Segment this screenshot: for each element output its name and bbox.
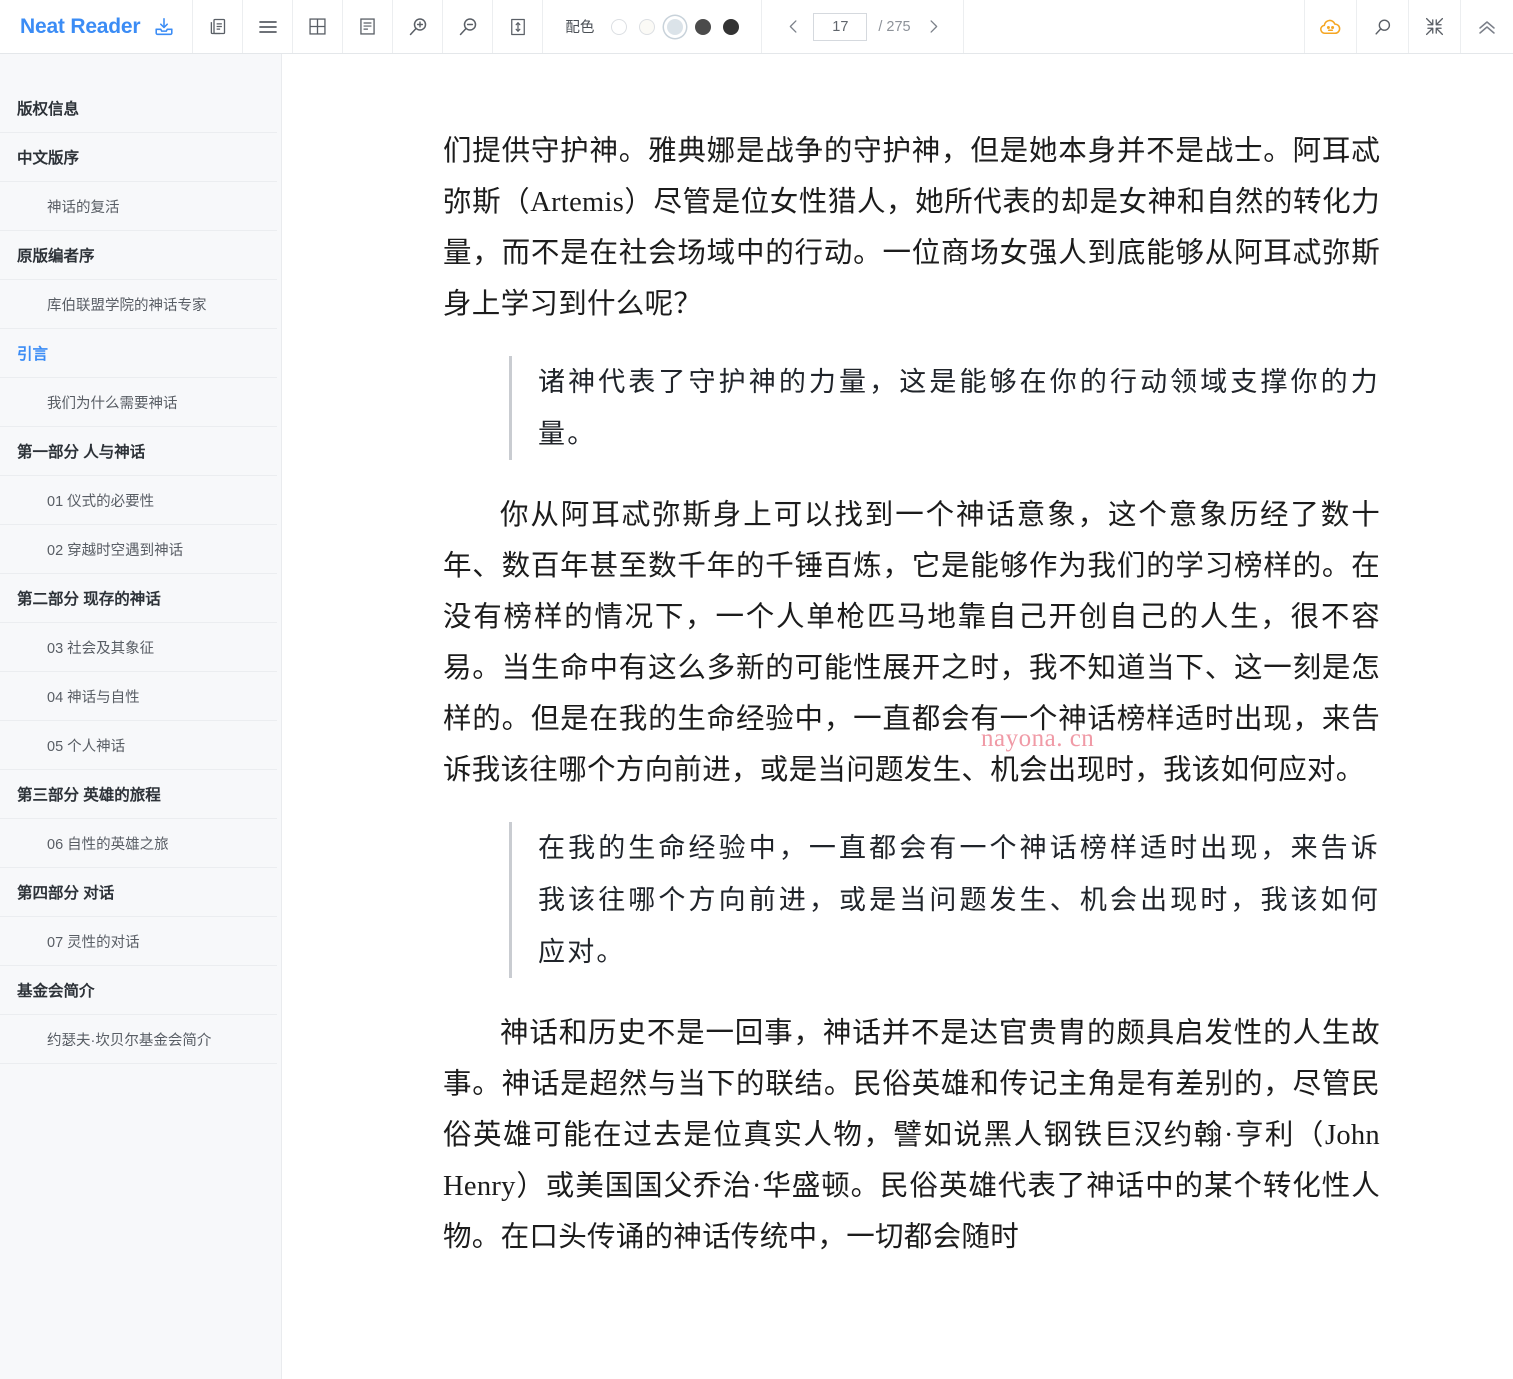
paragraph-2: 你从阿耳忒弥斯身上可以找到一个神话意象，这个意象历经了数十年、数百年甚至数千年的…	[443, 500, 1380, 786]
swatch-bluegray[interactable]	[667, 18, 684, 35]
swatch-black[interactable]	[723, 18, 740, 35]
collapse-fullscreen-icon[interactable]	[1409, 0, 1461, 53]
zoom-in-icon[interactable]	[393, 0, 444, 53]
page-number-input[interactable]	[813, 12, 868, 41]
main-area: 版权信息 中文版序 神话的复活 原版编者序 库伯联盟学院的神话专家 引言 我们为什么需要神话…	[0, 54, 1513, 1379]
sidebar-item[interactable]: 版权信息	[0, 84, 277, 133]
sidebar-item[interactable]: 库伯联盟学院的神话专家	[0, 280, 277, 329]
text-layout-icon[interactable]	[343, 0, 394, 53]
sidebar-item[interactable]: 中文版序	[0, 133, 277, 182]
save-to-tray-icon[interactable]	[153, 16, 175, 38]
sidebar-item[interactable]: 原版编者序	[0, 231, 277, 280]
sidebar-item[interactable]: 第三部分 英雄的旅程	[0, 770, 277, 819]
sidebar-scrollbar[interactable]	[282, 54, 291, 1379]
sidebar-item[interactable]: 07 灵性的对话	[0, 917, 277, 966]
blockquote-2: 在我的生命经验中，一直都会有一个神话榜样适时出现，来告诉我该往哪个方向前进，或是…	[509, 822, 1380, 978]
sidebar-item[interactable]: 06 自性的英雄之旅	[0, 819, 277, 868]
swatch-white[interactable]	[611, 18, 628, 35]
swatch-cream[interactable]	[639, 18, 656, 35]
search-icon[interactable]	[1357, 0, 1409, 53]
color-theme-label: 配色	[565, 20, 595, 36]
paragraph-1: 们提供守护神。雅典娜是战争的守护神，但是她本身并不是战士。阿耳忒弥斯（Artem…	[443, 136, 1380, 320]
sidebar-item[interactable]: 基金会简介	[0, 966, 277, 1015]
duplicate-pages-icon[interactable]	[193, 0, 244, 53]
table-of-contents-sidebar[interactable]: 版权信息 中文版序 神话的复活 原版编者序 库伯联盟学院的神话专家 引言 我们为什么需要神话…	[0, 54, 291, 1379]
zoom-out-icon[interactable]	[443, 0, 494, 53]
app-logo-text: Neat Reader	[20, 14, 141, 38]
color-theme-picker: 配色	[543, 0, 763, 53]
reader-content: 们提供守护神。雅典娜是战争的守护神，但是她本身并不是战士。阿耳忒弥斯（Artem…	[291, 54, 1513, 1379]
sidebar-item[interactable]: 第四部分 对话	[0, 868, 277, 917]
blockquote-1: 诸神代表了守护神的力量，这是能够在你的行动领域支撑你的力量。	[509, 356, 1380, 460]
swatch-darkgray[interactable]	[695, 18, 712, 35]
sidebar-item[interactable]: 01 仪式的必要性	[0, 476, 277, 525]
chevron-right-icon[interactable]	[919, 12, 949, 42]
chevron-left-icon[interactable]	[778, 12, 808, 42]
line-height-icon[interactable]	[493, 0, 544, 53]
toolbar-spacer	[964, 0, 1305, 53]
page-navigation: / 275	[762, 0, 964, 53]
sidebar-item[interactable]: 02 穿越时空遇到神话	[0, 525, 277, 574]
toc-list: 版权信息 中文版序 神话的复活 原版编者序 库伯联盟学院的神话专家 引言 我们为什么需要神话…	[0, 84, 291, 1064]
brand-area: Neat Reader	[0, 0, 194, 53]
sidebar-item[interactable]: 03 社会及其象征	[0, 623, 277, 672]
sidebar-item[interactable]: 05 个人神话	[0, 721, 277, 770]
grid-layout-icon[interactable]	[293, 0, 344, 53]
page-total-label: / 275	[878, 18, 911, 35]
paragraph-3: 神话和历史不是一回事，神话并不是达官贵胄的颇具启发性的人生故事。神话是超然与当下…	[443, 1018, 1380, 1253]
cloud-sync-icon[interactable]	[1305, 0, 1357, 53]
book-page: 们提供守护神。雅典娜是战争的守护神，但是她本身并不是战士。阿耳忒弥斯（Artem…	[291, 54, 1513, 1263]
sidebar-item[interactable]: 04 神话与自性	[0, 672, 277, 721]
hamburger-menu-icon[interactable]	[243, 0, 294, 53]
sidebar-item[interactable]: 约瑟夫·坎贝尔基金会简介	[0, 1015, 277, 1064]
sidebar-item[interactable]: 引言	[0, 329, 277, 378]
toolbar: Neat Reader 配色 17 / 275	[0, 0, 1513, 54]
content-scrollbar[interactable]	[1506, 54, 1513, 1379]
sidebar-item[interactable]: 我们为什么需要神话	[0, 378, 277, 427]
neat-reader-window: Neat Reader 配色 17 / 275 版权信息 中文版序 神话的复活 …	[0, 0, 1513, 1379]
sidebar-item[interactable]: 神话的复活	[0, 182, 277, 231]
toolbar-right-actions	[1305, 0, 1513, 53]
sidebar-item[interactable]: 第一部分 人与神话	[0, 427, 277, 476]
sidebar-item[interactable]: 第二部分 现存的神话	[0, 574, 277, 623]
chevron-up-icon[interactable]	[1461, 0, 1513, 53]
